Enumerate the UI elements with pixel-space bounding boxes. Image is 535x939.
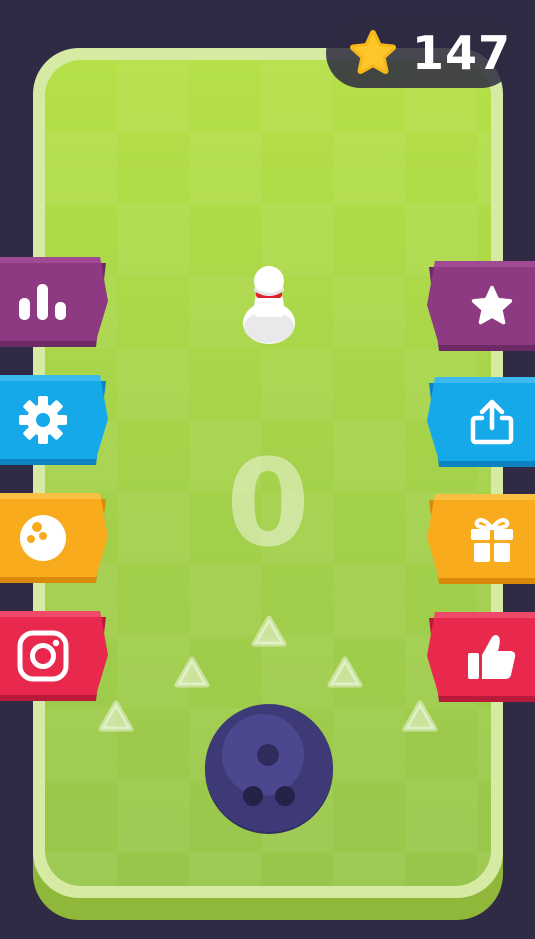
instagram-icon [17, 630, 69, 682]
star-counter: 147 [326, 18, 516, 88]
bowling-ball[interactable] [204, 703, 334, 839]
star-icon [350, 30, 396, 74]
aim-arrow-right [327, 656, 363, 688]
gift-button[interactable] [427, 494, 535, 584]
like-button[interactable] [427, 612, 535, 702]
bar-chart-icon [17, 284, 69, 320]
rate-button[interactable] [427, 261, 535, 351]
leaderboard-button[interactable] [0, 257, 108, 347]
gear-icon [18, 395, 68, 445]
share-icon [468, 398, 516, 446]
star-count-value: 147 [412, 26, 512, 80]
aim-arrow-center [251, 615, 287, 647]
thumbs-up-icon [466, 633, 518, 681]
aim-arrow-far-left [98, 700, 134, 732]
ball-select-button[interactable] [0, 493, 108, 583]
share-button[interactable] [427, 377, 535, 467]
star-icon [469, 284, 515, 328]
aim-arrow-far-right [402, 700, 438, 732]
gift-icon [468, 514, 516, 564]
instagram-button[interactable] [0, 611, 108, 701]
bowling-pin [240, 265, 298, 349]
aim-arrow-left [174, 656, 210, 688]
bowling-ball-icon [18, 513, 68, 563]
throw-counter: 0 [226, 435, 310, 574]
settings-button[interactable] [0, 375, 108, 465]
